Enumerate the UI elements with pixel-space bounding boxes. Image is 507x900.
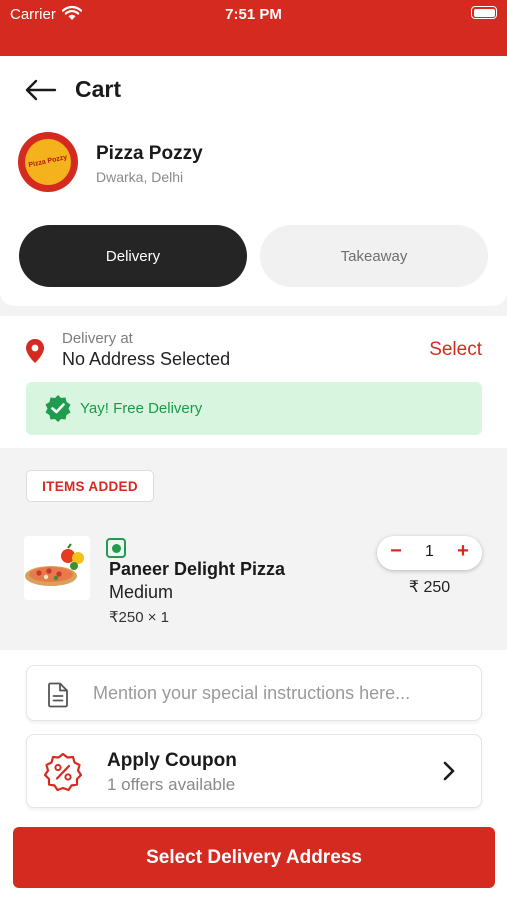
items-section: ITEMS ADDED Paneer Delight Pizza Medium … [0, 448, 507, 650]
pizza-image [24, 536, 90, 600]
address-value: No Address Selected [62, 349, 231, 369]
chevron-right-icon [443, 761, 455, 786]
verified-badge-icon [44, 394, 72, 427]
discount-badge-icon [43, 752, 83, 797]
instructions-field[interactable] [26, 665, 482, 721]
quantity-stepper: − 1 + [377, 536, 482, 570]
item-unit-calc: ₹250 × 1 [109, 609, 170, 626]
restaurant-location: Dwarka, Delhi [96, 169, 184, 185]
select-delivery-address-button[interactable]: Select Delivery Address [13, 827, 495, 888]
takeaway-mode-button[interactable]: Takeaway [260, 225, 488, 287]
offers-count: 1 offers available [107, 775, 236, 794]
battery-icon [471, 6, 497, 19]
page-title: Cart [75, 76, 122, 102]
item-size: Medium [109, 582, 174, 602]
increase-quantity-button[interactable]: + [453, 540, 473, 563]
veg-indicator-icon [106, 538, 126, 558]
restaurant-card: Pizza Pozzy Pizza Pozzy Dwarka, Delhi De… [0, 118, 507, 306]
delivery-at-label: Delivery at [62, 330, 133, 347]
free-delivery-banner: Yay! Free Delivery [26, 382, 482, 435]
location-pin-icon [25, 338, 45, 369]
restaurant-name: Pizza Pozzy [96, 143, 203, 164]
delivery-address-section: Delivery at No Address Selected Select Y… [0, 316, 507, 448]
items-added-tag: ITEMS ADDED [26, 470, 154, 502]
logo-text: Pizza Pozzy [20, 134, 76, 190]
item-name: Paneer Delight Pizza [109, 559, 286, 579]
back-arrow-icon[interactable] [22, 76, 58, 104]
header: Cart [0, 56, 507, 118]
document-icon [47, 682, 69, 713]
delivery-mode-button[interactable]: Delivery [19, 225, 247, 287]
status-time: 7:51 PM [225, 6, 282, 23]
item-price: ₹ 250 [408, 579, 451, 596]
apply-coupon-card[interactable]: Apply Coupon 1 offers available [26, 734, 482, 808]
apply-coupon-title: Apply Coupon [107, 750, 237, 771]
free-delivery-text: Yay! Free Delivery [80, 400, 203, 417]
restaurant-logo: Pizza Pozzy [18, 132, 78, 192]
instructions-input[interactable] [93, 666, 473, 720]
select-address-link[interactable]: Select [429, 339, 482, 361]
status-bar: Carrier 7:51 PM [0, 0, 507, 56]
